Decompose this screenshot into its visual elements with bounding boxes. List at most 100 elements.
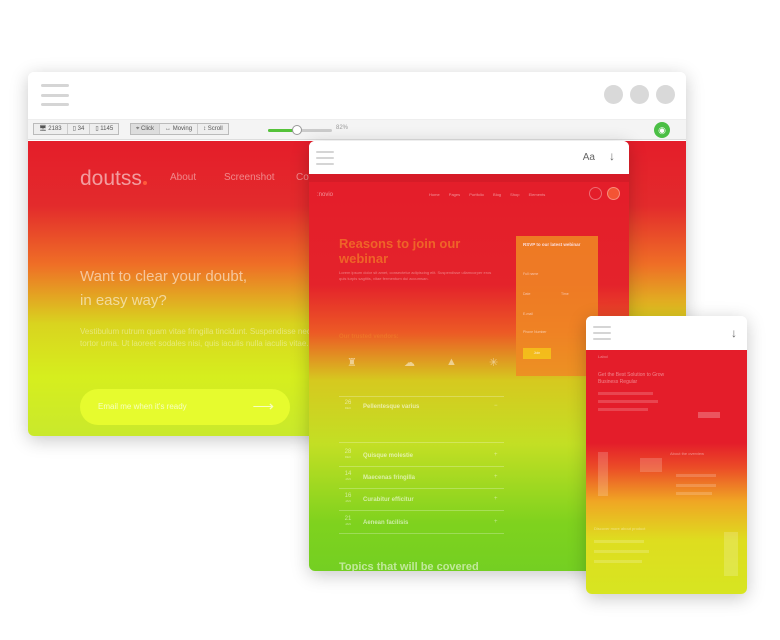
click-mode-button[interactable]: ⌖ Click (131, 124, 161, 134)
window-control-icon[interactable] (630, 85, 649, 104)
vendor-logo-icon: ✳ (489, 357, 499, 369)
expand-icon[interactable]: + (494, 496, 498, 502)
phone-titlebar: ↓ (586, 316, 747, 350)
expand-icon[interactable]: + (494, 474, 498, 480)
nav-link[interactable]: Co (296, 172, 309, 183)
signup-button[interactable] (698, 412, 720, 418)
collapse-icon[interactable]: − (494, 403, 498, 409)
tablet-page: :novio Home Pages Portfolio Blog Shop El… (309, 174, 629, 571)
desktop-count[interactable]: 🖥 2183 (34, 124, 68, 134)
text-line (676, 492, 712, 495)
email-cta-button[interactable]: Email me when it's ready ⟶ (80, 389, 290, 425)
phone-window: ↓ Labol Get the Best Solution to Grow Bu… (586, 316, 747, 594)
nav-link[interactable]: Screenshot (224, 172, 275, 183)
vendor-logo-icon: ▲ (446, 356, 457, 368)
tablet-window: Aa ↓ :novio Home Pages Portfolio Blog Sh… (309, 141, 629, 571)
download-icon[interactable]: ↓ (609, 149, 615, 163)
site-nav[interactable]: Home Pages Portfolio Blog Shop Elements (429, 192, 545, 197)
text-line (676, 484, 716, 487)
join-button[interactable]: Join (523, 348, 551, 359)
page-title: Reasons to join our webinar (339, 236, 460, 266)
text-line (598, 408, 648, 411)
section-title: Discover more about product (594, 526, 646, 531)
menu-icon[interactable] (316, 151, 334, 165)
site-logo[interactable]: :novio (317, 192, 333, 198)
cart-icon[interactable] (607, 187, 620, 200)
divider (339, 442, 504, 443)
divider (339, 396, 504, 397)
hero-line: in easy way? (80, 292, 167, 309)
form-title: RSVP to our latest webinar (523, 242, 581, 247)
menu-icon[interactable] (593, 326, 611, 340)
agenda-date: 21 JAN (344, 516, 352, 526)
hero-line: Want to clear your doubt, (80, 268, 248, 285)
hero-headline: Want to clear your doubt, in easy way? (80, 265, 247, 313)
text-line (676, 474, 716, 477)
site-logo[interactable]: doutss (80, 167, 147, 191)
site-logo[interactable]: Labol (598, 354, 608, 359)
time-field[interactable]: Time (561, 292, 569, 296)
tablet-count[interactable]: ▯ 34 (68, 124, 91, 134)
window-control-icon[interactable] (656, 85, 675, 104)
text-line (594, 550, 649, 553)
agenda-item-title[interactable]: Maecenas fringilla (363, 475, 415, 481)
email-field[interactable]: E-mail (523, 312, 533, 316)
divider (339, 533, 504, 534)
mode-switch: ⌖ Click ↔ Moving ↕ Scroll (130, 123, 229, 135)
date-field[interactable]: Date (523, 292, 530, 296)
agenda-item-title[interactable]: Curabitur efficitur (363, 497, 414, 503)
page-title: Get the Best Solution to Grow Business R… (598, 372, 665, 385)
device-counts: 🖥 2183 ▯ 34 ▯ 1145 (33, 123, 120, 135)
section-title: About the overview (670, 451, 705, 456)
zoom-slider[interactable] (268, 125, 332, 135)
agenda-date: 28 DEC (344, 449, 352, 459)
agenda-item-title[interactable]: Quisque molestie (363, 453, 413, 459)
agenda-item-title[interactable]: Aenean facilisis (363, 520, 408, 526)
scroll-mode-button[interactable]: ↕ Scroll (198, 124, 228, 134)
hero-body: Vestibulum rutrum quam vitae fringilla t… (80, 327, 311, 348)
vendors-label: Our trusted vendors: (339, 334, 399, 340)
moving-mode-button[interactable]: ↔ Moving (160, 124, 199, 134)
zoom-value: 82% (336, 125, 349, 131)
text-line (598, 400, 658, 403)
camera-icon[interactable]: ◉ (654, 122, 670, 138)
text-line (594, 560, 642, 563)
phone-mockup-image (598, 452, 608, 496)
expand-icon[interactable]: + (494, 452, 498, 458)
cta-label: Email me when it's ready (98, 402, 187, 411)
phone-count[interactable]: ▯ 1145 (90, 124, 118, 134)
phone-mockup-image (724, 532, 738, 576)
phone-page: Labol Get the Best Solution to Grow Busi… (586, 350, 747, 594)
section-title: Topics that will be covered (339, 561, 479, 571)
agenda-item-title[interactable]: Pellentesque varius (363, 404, 419, 410)
heatmap-showcase: 🖥 2183 ▯ 34 ▯ 1145 ⌖ Click ↔ Moving ↕ Sc… (0, 0, 780, 640)
divider (339, 466, 504, 467)
download-icon[interactable]: ↓ (731, 326, 737, 340)
expand-icon[interactable]: + (494, 519, 498, 525)
full-name-field[interactable]: Full name (523, 272, 538, 276)
text-line (594, 540, 644, 543)
window-control-icon[interactable] (604, 85, 623, 104)
title-line: Reasons to join our (339, 236, 461, 251)
phone-field[interactable]: Phone Number (523, 330, 547, 334)
desktop-titlebar (28, 72, 686, 120)
title-line: webinar (339, 251, 389, 266)
agenda-date: 14 JAN (344, 471, 352, 481)
heatmap-toolbar: 🖥 2183 ▯ 34 ▯ 1145 ⌖ Click ↔ Moving ↕ Sc… (28, 120, 686, 140)
divider (339, 510, 504, 511)
intro-text: Lorem ipsum dolor sit amet, consectetur … (339, 270, 492, 281)
arrow-right-icon: ⟶ (252, 398, 274, 415)
text-line (598, 392, 653, 395)
text-size-icon[interactable]: Aa (583, 152, 595, 163)
top-strip (309, 174, 629, 182)
zoom-slider-knob[interactable] (291, 125, 302, 135)
vendor-logo-icon: ☁ (404, 357, 415, 369)
menu-icon[interactable] (41, 84, 69, 106)
nav-link[interactable]: About (170, 172, 196, 183)
divider (339, 488, 504, 489)
search-icon[interactable] (589, 187, 602, 200)
tablet-titlebar: Aa ↓ (309, 141, 629, 174)
vendor-logo-icon: ♜ (347, 357, 357, 369)
agenda-date: 26 DEC (344, 400, 352, 410)
feature-image (640, 458, 662, 472)
